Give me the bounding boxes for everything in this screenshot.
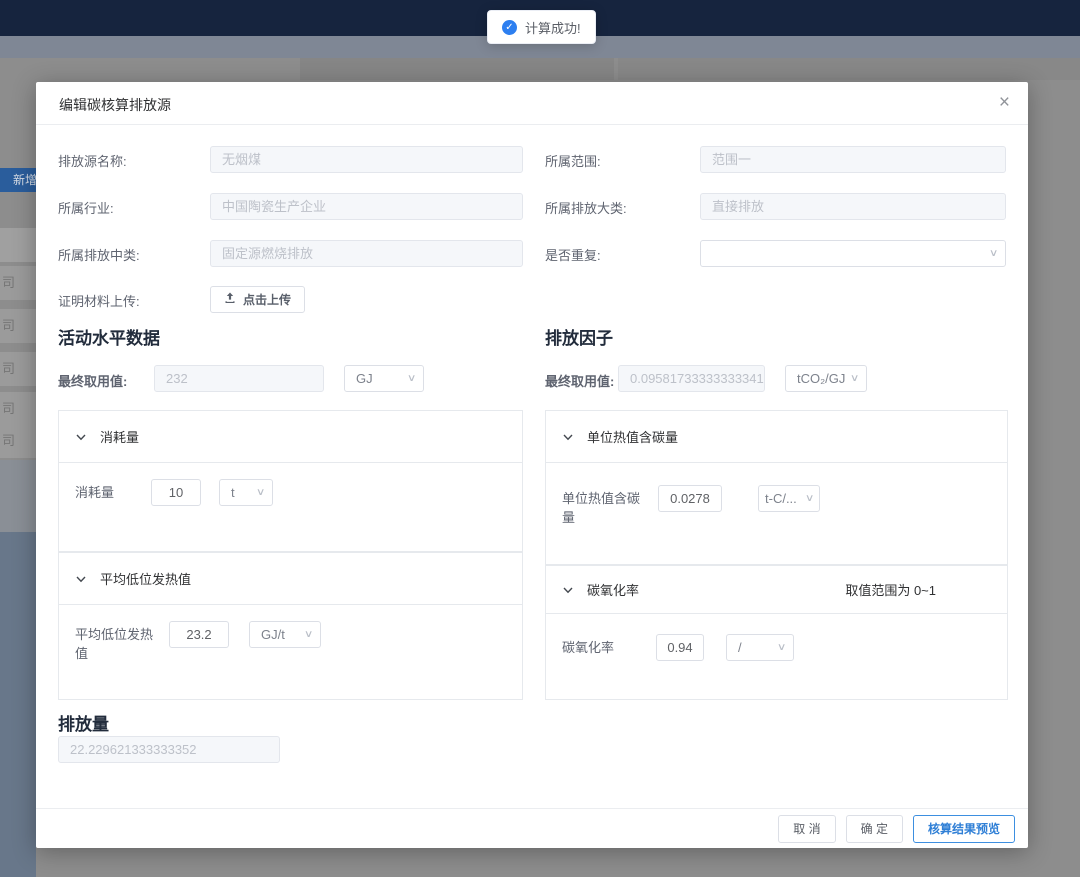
- activity-final-label: 最终取用值:: [58, 365, 146, 392]
- table-header-row: [0, 228, 36, 262]
- table-row[interactable]: 司: [0, 392, 36, 426]
- heating-value-panel-header[interactable]: 平均低位发热值: [59, 553, 522, 605]
- is-duplicate-label: 是否重复:: [545, 240, 700, 267]
- oxidation-rate-unit: /: [738, 640, 742, 655]
- consumption-panel: 消耗量 消耗量 10 t ∨: [58, 410, 523, 552]
- major-category-input[interactable]: 直接排放: [700, 193, 1006, 220]
- chevron-down-icon: ∨: [777, 642, 787, 653]
- background-footer-area: [0, 532, 36, 877]
- carbon-content-unit-select[interactable]: t-C/... ∨: [758, 485, 820, 512]
- emission-amount-heading: 排放量: [58, 710, 109, 735]
- panel-title: 单位热值含碳量: [587, 427, 678, 446]
- source-name-input[interactable]: 无烟煤: [210, 146, 523, 173]
- heating-value-unit: GJ/t: [261, 627, 285, 642]
- emission-amount-input[interactable]: 22.229621333333352: [58, 736, 280, 763]
- factor-final-input[interactable]: 0.09581733333333341: [618, 365, 765, 392]
- chevron-down-icon: [562, 431, 574, 443]
- chevron-down-icon: [75, 431, 87, 443]
- upload-icon: [224, 292, 236, 307]
- source-name-label: 排放源名称:: [58, 146, 210, 173]
- scope-label: 所属范围:: [545, 146, 700, 173]
- dialog-footer: 取 消 确 定 核算结果预览: [36, 808, 1028, 848]
- scope-input[interactable]: 范围一: [700, 146, 1006, 173]
- panel-title: 平均低位发热值: [100, 569, 191, 588]
- consumption-panel-header[interactable]: 消耗量: [59, 411, 522, 463]
- heating-value-unit-select[interactable]: GJ/t ∨: [249, 621, 321, 648]
- upload-button-label: 点击上传: [243, 291, 291, 308]
- activity-unit-value: GJ: [356, 371, 373, 386]
- middle-category-label: 所属排放中类:: [58, 240, 210, 267]
- oxidation-rate-panel: 碳氧化率 取值范围为 0~1 碳氧化率 0.94 / ∨: [545, 565, 1008, 700]
- carbon-content-row-label: 单位热值含碳量: [562, 485, 642, 527]
- chevron-down-icon: ∨: [850, 373, 860, 384]
- industry-label: 所属行业:: [58, 193, 210, 220]
- middle-category-input[interactable]: 固定源燃烧排放: [210, 240, 523, 267]
- edit-emission-source-dialog: 编辑碳核算排放源 × 排放源名称: 无烟煤 所属范围: 范围一 所属行业: 中国…: [36, 82, 1028, 848]
- industry-input[interactable]: 中国陶瓷生产企业: [210, 193, 523, 220]
- chevron-down-icon: ∨: [304, 629, 314, 640]
- add-button[interactable]: 新增: [0, 168, 40, 192]
- heating-value-panel: 平均低位发热值 平均低位发热值 23.2 GJ/t ∨: [58, 552, 523, 700]
- background-card: [300, 58, 614, 80]
- heating-value-input[interactable]: 23.2: [169, 621, 229, 648]
- panel-title: 消耗量: [100, 427, 139, 446]
- table-row[interactable]: 司: [0, 309, 36, 343]
- is-duplicate-select[interactable]: ∨: [700, 240, 1006, 267]
- success-toast: ✓ 计算成功!: [487, 10, 596, 44]
- consumption-unit-select[interactable]: t ∨: [219, 479, 273, 506]
- chevron-down-icon: [562, 584, 574, 596]
- oxidation-rate-row-label: 碳氧化率: [562, 634, 640, 661]
- value-range-hint: 取值范围为 0~1: [845, 580, 936, 599]
- background-card: [618, 58, 1080, 80]
- carbon-content-input[interactable]: 0.0278: [658, 485, 722, 512]
- toast-message: 计算成功!: [525, 18, 581, 37]
- result-preview-button[interactable]: 核算结果预览: [913, 815, 1015, 843]
- carbon-content-unit: t-C/...: [765, 491, 797, 506]
- success-check-icon: ✓: [502, 20, 517, 35]
- activity-unit-select[interactable]: GJ ∨: [344, 365, 424, 392]
- oxidation-rate-unit-select[interactable]: / ∨: [726, 634, 794, 661]
- chevron-down-icon: ∨: [256, 487, 266, 498]
- carbon-content-panel: 单位热值含碳量 单位热值含碳量 0.0278 t-C/... ∨: [545, 410, 1008, 565]
- upload-label: 证明材料上传:: [58, 286, 210, 313]
- consumption-unit-value: t: [231, 485, 235, 500]
- panel-title: 碳氧化率: [587, 580, 639, 599]
- activity-final-input[interactable]: 232: [154, 365, 324, 392]
- factor-unit-select[interactable]: tCO₂/GJ ∨: [785, 365, 867, 392]
- cancel-button[interactable]: 取 消: [778, 815, 835, 843]
- heating-value-row-label: 平均低位发热值: [75, 621, 153, 663]
- dialog-title: 编辑碳核算排放源: [59, 95, 171, 115]
- dialog-header: 编辑碳核算排放源 ×: [36, 82, 1028, 125]
- major-category-label: 所属排放大类:: [545, 193, 700, 220]
- background-panel: [0, 460, 36, 532]
- table-row[interactable]: 司: [0, 352, 36, 386]
- factor-unit-value: tCO₂/GJ: [797, 371, 845, 386]
- chevron-down-icon: ∨: [805, 493, 815, 504]
- consumption-input[interactable]: 10: [151, 479, 201, 506]
- oxidation-rate-input[interactable]: 0.94: [656, 634, 704, 661]
- consumption-row-label: 消耗量: [75, 479, 151, 506]
- table-row[interactable]: 司: [0, 424, 36, 458]
- chevron-down-icon: [75, 573, 87, 585]
- close-icon[interactable]: ×: [999, 91, 1010, 115]
- carbon-content-panel-header[interactable]: 单位热值含碳量: [546, 411, 1007, 463]
- confirm-button[interactable]: 确 定: [846, 815, 903, 843]
- chevron-down-icon: ∨: [407, 373, 417, 384]
- table-row[interactable]: 司: [0, 266, 36, 300]
- activity-data-heading: 活动水平数据: [58, 324, 160, 349]
- chevron-down-icon: ∨: [989, 248, 999, 259]
- emission-factor-heading: 排放因子: [545, 324, 613, 349]
- upload-button[interactable]: 点击上传: [210, 286, 305, 313]
- oxidation-rate-panel-header[interactable]: 碳氧化率 取值范围为 0~1: [546, 566, 1007, 614]
